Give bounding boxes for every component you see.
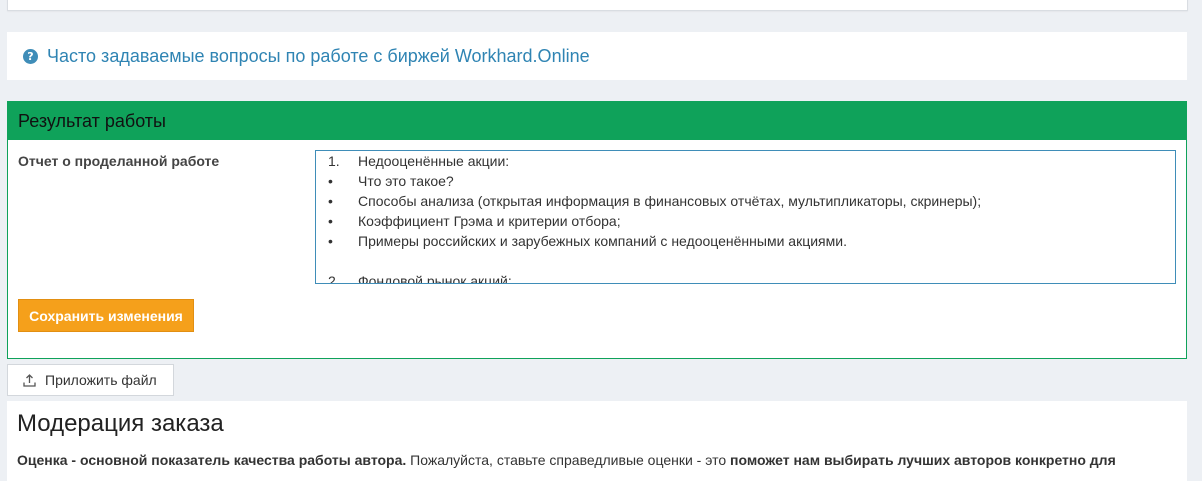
report-line: • Что это такое? xyxy=(316,171,1175,191)
moderation-title: Модерация заказа xyxy=(17,410,224,437)
moderation-text-bold-2: поможет нам выбирать лучших авторов конк… xyxy=(730,452,1116,468)
report-line-marker: • xyxy=(328,173,333,189)
report-line: 1. Недооценённые акции: xyxy=(316,151,1175,171)
report-textarea[interactable]: 1. Недооценённые акции: • Что это такое? • Сп… xyxy=(315,150,1176,284)
report-line: 2. Фондовой рынок акций: xyxy=(316,271,1175,284)
report-line-marker: 1. xyxy=(328,153,340,169)
report-line-marker: 2. xyxy=(328,273,340,284)
report-line: • Коэффициент Грэма и критерии отбора; xyxy=(316,211,1175,231)
faq-panel: ? Часто задаваемые вопросы по работе с б… xyxy=(7,32,1187,80)
save-changes-button[interactable]: Сохранить изменения xyxy=(18,299,194,332)
result-panel-header: Результат работы xyxy=(8,102,1186,140)
report-line xyxy=(316,251,1175,271)
report-line-text: Коэффициент Грэма и критерии отбора; xyxy=(358,213,621,229)
attach-file-label: Приложить файл xyxy=(45,372,157,388)
faq-link[interactable]: Часто задаваемые вопросы по работе с бир… xyxy=(47,46,590,67)
question-circle-icon: ? xyxy=(23,48,38,64)
report-line-text: Что это такое? xyxy=(358,173,454,189)
moderation-text-normal: Пожалуйста, ставьте справедливые оценки … xyxy=(406,452,730,468)
upload-icon xyxy=(23,373,36,387)
report-label: Отчет о проделанной работе xyxy=(18,153,220,169)
report-line-marker: • xyxy=(328,193,333,209)
attach-file-button[interactable]: Приложить файл xyxy=(7,364,174,396)
report-line-text: Примеры российских и зарубежных компаний… xyxy=(358,233,847,249)
report-line: • Способы анализа (открытая информация в … xyxy=(316,191,1175,211)
report-line-text: Способы анализа (открытая информация в ф… xyxy=(358,193,982,209)
moderation-text-bold-1: Оценка - основной показатель качества ра… xyxy=(17,452,407,468)
top-panel xyxy=(7,0,1188,11)
report-line: • Примеры российских и зарубежных компани… xyxy=(316,231,1175,251)
report-line-marker: • xyxy=(328,213,333,229)
report-line-marker: • xyxy=(328,233,333,249)
moderation-panel: Модерация заказа Оценка - основной показ… xyxy=(7,401,1187,481)
report-line-text: Недооценённые акции: xyxy=(358,153,510,169)
result-panel: Результат работы Отчет о проделанной раб… xyxy=(7,101,1187,359)
moderation-text: Оценка - основной показатель качества ра… xyxy=(17,452,1116,468)
report-line-text: Фондовой рынок акций: xyxy=(358,273,512,284)
